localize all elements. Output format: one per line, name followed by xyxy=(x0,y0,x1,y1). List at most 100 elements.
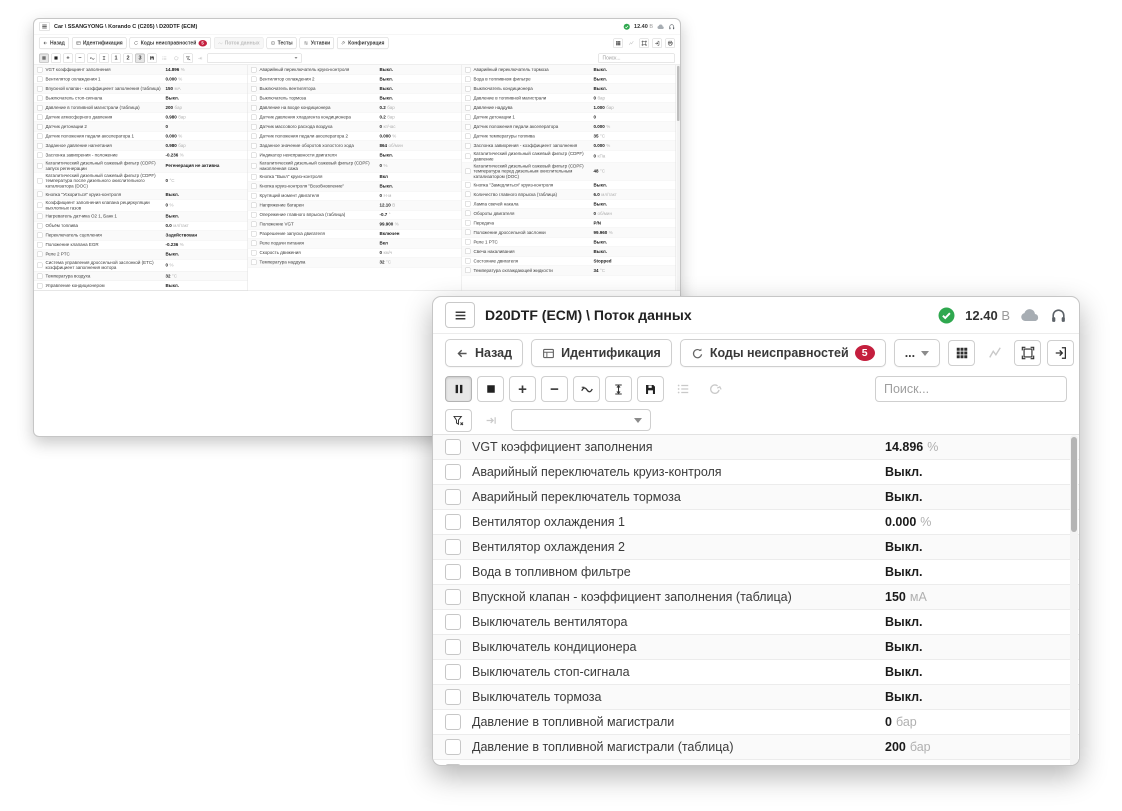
parameter-row[interactable]: Выключатель тормоза Выкл. xyxy=(433,685,1079,710)
parameter-row[interactable]: Датчик положения педали акселератора 1 0… xyxy=(34,132,248,142)
row-checkbox[interactable] xyxy=(465,211,471,217)
parameter-row[interactable]: Давление в топливной магистрали (таблица… xyxy=(433,735,1079,760)
parameter-row[interactable]: Кнопка "Ускориться" круиз-контроля Выкл. xyxy=(34,190,248,200)
row-checkbox[interactable] xyxy=(465,67,471,73)
parameter-row[interactable]: Система управления дроссельной заслонкой… xyxy=(34,259,248,271)
remove-parameter-button[interactable]: − xyxy=(541,376,568,402)
scrollbar[interactable] xyxy=(1070,435,1078,766)
row-checkbox[interactable] xyxy=(251,193,257,199)
row-checkbox[interactable] xyxy=(251,67,257,73)
row-checkbox[interactable] xyxy=(445,514,461,530)
row-checkbox[interactable] xyxy=(251,174,257,180)
parameter-row[interactable]: Управление кондиционером Выкл. xyxy=(34,281,248,291)
parameter-row[interactable]: Положение клапана EGR -0.236% xyxy=(34,240,248,250)
row-checkbox[interactable] xyxy=(251,231,257,237)
row-checkbox[interactable] xyxy=(465,105,471,111)
filter-clear-button[interactable] xyxy=(445,409,472,432)
parameter-row[interactable]: Впускной клапан - коэффициент заполнения… xyxy=(34,84,248,94)
row-checkbox[interactable] xyxy=(251,260,257,266)
parameter-row[interactable]: Выключатель стоп-сигнала Выкл. xyxy=(34,94,248,104)
row-checkbox[interactable] xyxy=(37,262,43,268)
parameter-row[interactable]: Датчик температуры топлива 35°C xyxy=(462,132,676,142)
cloud-icon[interactable] xyxy=(1020,308,1040,322)
row-checkbox[interactable] xyxy=(465,201,471,207)
row-checkbox[interactable] xyxy=(445,639,461,655)
row-checkbox[interactable] xyxy=(251,86,257,92)
parameter-row[interactable]: Выключатель кондиционера Выкл. xyxy=(462,84,676,94)
row-checkbox[interactable] xyxy=(465,220,471,226)
parameter-row[interactable]: Напряжение батареи 12.10В xyxy=(248,201,462,211)
parameter-row[interactable]: Скорость движения 0км/ч xyxy=(248,248,462,258)
parameter-row[interactable]: Нагреватель датчика O2 1, Банк 1 Выкл. xyxy=(34,212,248,222)
menu-button[interactable] xyxy=(445,302,475,328)
row-checkbox[interactable] xyxy=(251,250,257,256)
parameter-row[interactable]: Давление в топливной магистрали (таблица… xyxy=(34,103,248,113)
row-checkbox[interactable] xyxy=(251,133,257,139)
parameter-row[interactable]: Аварийный переключатель тормоза Выкл. xyxy=(462,65,676,75)
row-checkbox[interactable] xyxy=(37,178,43,184)
row-checkbox[interactable] xyxy=(37,95,43,101)
chart-view-button[interactable] xyxy=(981,340,1008,366)
parameter-row[interactable]: Лампа свечей накала Выкл. xyxy=(462,199,676,209)
parameter-row[interactable]: Вентилятор охлаждения 1 0.000% xyxy=(34,75,248,85)
list-button[interactable] xyxy=(669,376,696,402)
row-checkbox[interactable] xyxy=(445,664,461,680)
more-button[interactable]: ... xyxy=(894,339,940,367)
fit-vertical-button[interactable] xyxy=(605,376,632,402)
row-checkbox[interactable] xyxy=(465,192,471,198)
parameter-row[interactable]: Аварийный переключатель тормоза Выкл. xyxy=(433,485,1079,510)
row-checkbox[interactable] xyxy=(37,76,43,82)
row-checkbox[interactable] xyxy=(465,114,471,120)
row-checkbox[interactable] xyxy=(445,689,461,705)
screenshot-button[interactable] xyxy=(639,38,649,48)
row-checkbox[interactable] xyxy=(251,76,257,82)
scrollbar[interactable] xyxy=(677,65,681,291)
identification-button[interactable]: Идентификация xyxy=(531,339,672,367)
row-checkbox[interactable] xyxy=(445,764,461,766)
row-checkbox[interactable] xyxy=(465,143,471,149)
parameter-row[interactable]: Коэффициент заполнения клапана рециркуля… xyxy=(34,199,248,211)
row-checkbox[interactable] xyxy=(465,258,471,264)
parameter-row[interactable]: Кнопка "Замедлиться" круиз-контроля Выкл… xyxy=(462,180,676,190)
parameter-row[interactable]: Состояние двигателя Stopped xyxy=(462,256,676,266)
parameter-row[interactable]: Датчик атмосферного давления 0.980бар xyxy=(34,113,248,123)
parameter-row[interactable]: Обороты двигателя 0об/мин xyxy=(462,209,676,219)
grid-view-button[interactable] xyxy=(948,340,975,366)
reset-button[interactable] xyxy=(171,53,181,63)
parameter-row[interactable]: Аварийный переключатель круиз-контроля В… xyxy=(433,460,1079,485)
row-checkbox[interactable] xyxy=(37,152,43,158)
row-checkbox[interactable] xyxy=(465,76,471,82)
parameter-row[interactable]: Выключатель тормоза Выкл. xyxy=(248,94,462,104)
filter-dropdown[interactable] xyxy=(511,409,651,431)
screenshot-button[interactable] xyxy=(1014,340,1041,366)
parameter-row[interactable]: Заслонка завихрения - коэффициент заполн… xyxy=(462,141,676,151)
back-button[interactable]: Назад xyxy=(445,339,523,367)
row-checkbox[interactable] xyxy=(37,192,43,198)
parameter-row[interactable]: Реле 1 PTC Выкл. xyxy=(462,237,676,247)
row-checkbox[interactable] xyxy=(445,439,461,455)
parameter-row[interactable]: Датчик положения педали акселератора 0.0… xyxy=(462,122,676,132)
row-checkbox[interactable] xyxy=(251,203,257,209)
parameter-row[interactable]: Количество главного впрыска (таблица) 6.… xyxy=(462,190,676,200)
row-checkbox[interactable] xyxy=(465,169,471,175)
parameter-row[interactable]: Температура воздуха 32°C xyxy=(34,272,248,282)
row-checkbox[interactable] xyxy=(465,95,471,101)
stop-button[interactable] xyxy=(477,376,504,402)
parameter-row[interactable]: Заданное давление нагнетания 0.980бар xyxy=(34,141,248,151)
parameter-row[interactable]: Положение дроссельной заслонки 99.960% xyxy=(462,228,676,238)
parameter-row[interactable]: Выключатель вентилятора Выкл. xyxy=(248,84,462,94)
row-checkbox[interactable] xyxy=(445,739,461,755)
parameter-row[interactable]: Кнопка круиз-контроля "Возобновление" Вы… xyxy=(248,182,462,192)
row-checkbox[interactable] xyxy=(251,105,257,111)
stop-button[interactable] xyxy=(51,53,61,63)
scrollbar-thumb[interactable] xyxy=(1071,437,1077,532)
row-checkbox[interactable] xyxy=(251,143,257,149)
parameter-row[interactable]: Аварийный переключатель круиз-контроля В… xyxy=(248,65,462,75)
row-checkbox[interactable] xyxy=(465,124,471,130)
parameter-row[interactable]: VGT коэффициент заполнения 14.896% xyxy=(34,65,248,75)
row-checkbox[interactable] xyxy=(445,589,461,605)
row-checkbox[interactable] xyxy=(465,86,471,92)
row-checkbox[interactable] xyxy=(445,489,461,505)
row-checkbox[interactable] xyxy=(465,249,471,255)
parameter-row[interactable]: Температура охлаждающей жидкости 34°C xyxy=(462,266,676,276)
